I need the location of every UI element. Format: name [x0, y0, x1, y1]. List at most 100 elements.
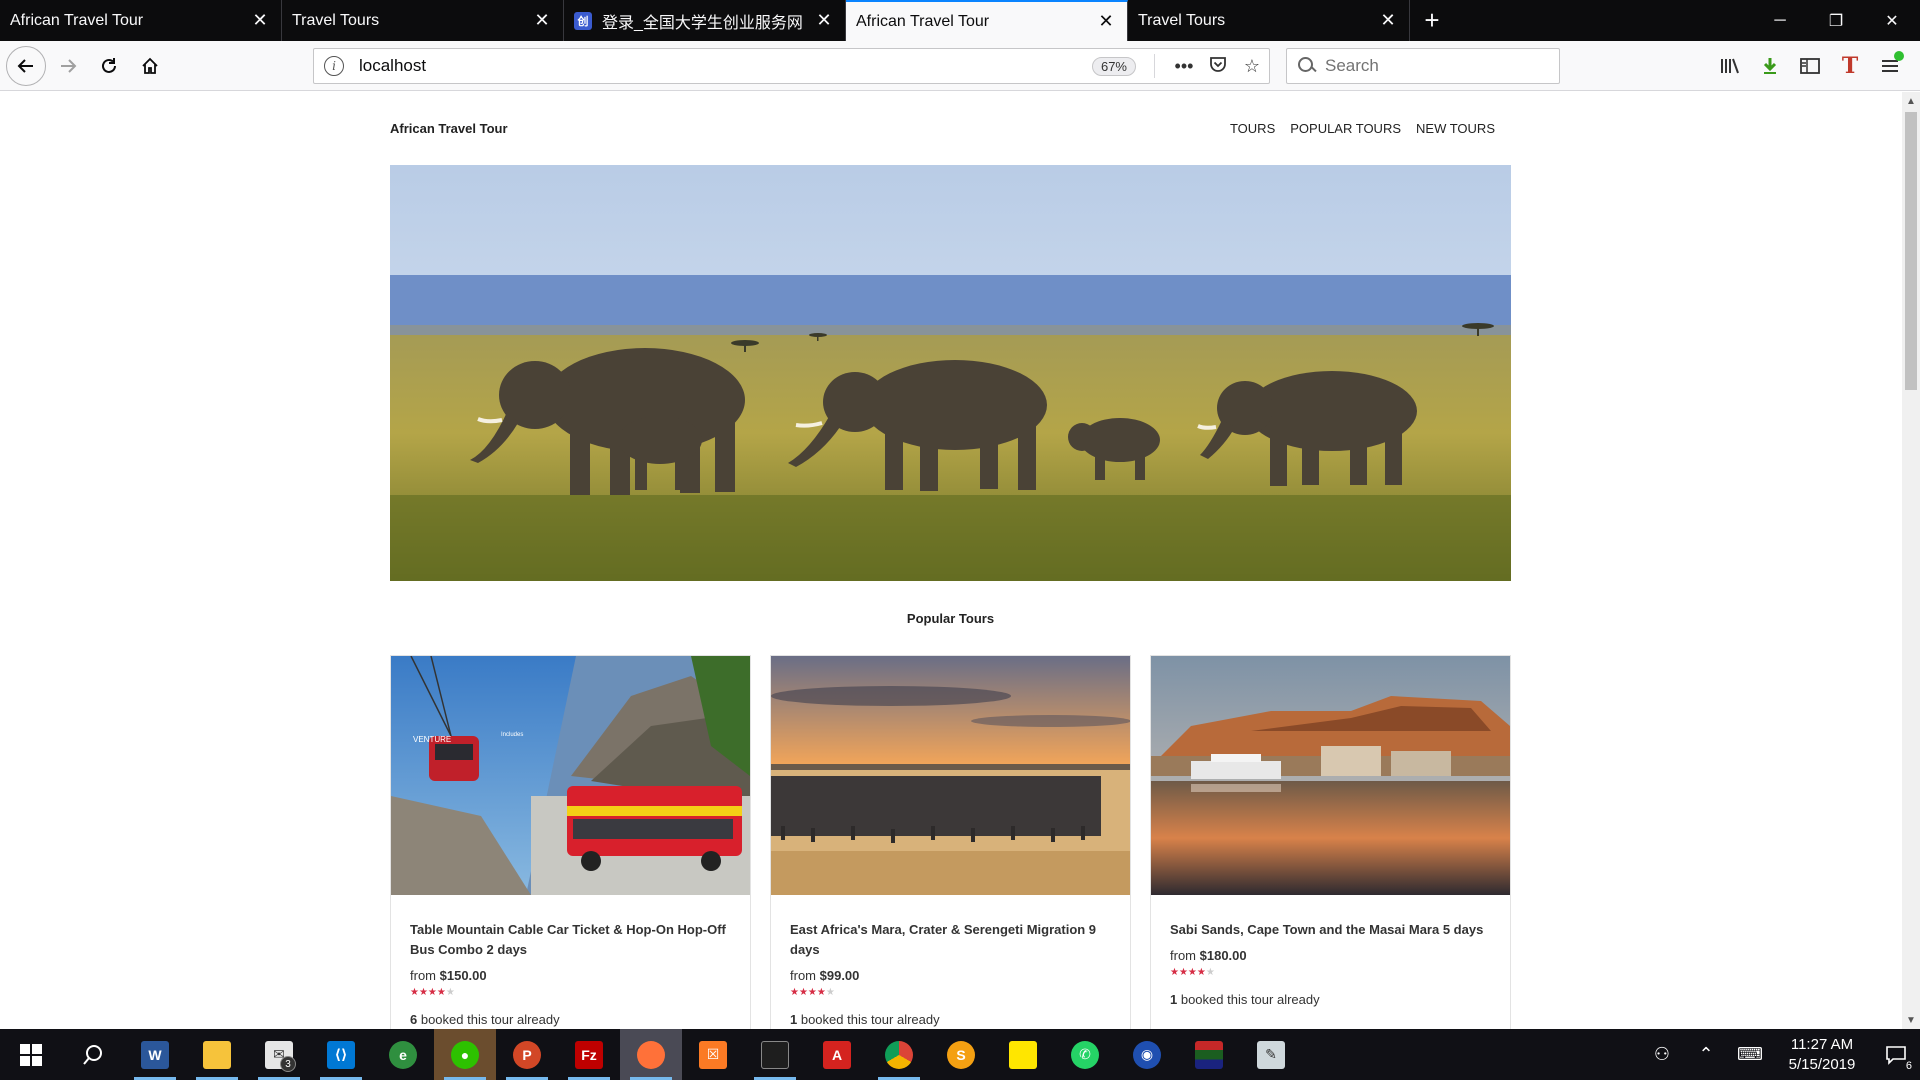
mail-count-badge: 3	[280, 1056, 296, 1072]
back-button[interactable]	[6, 45, 46, 86]
wechat-icon: ●	[451, 1040, 479, 1069]
taskbar-mail[interactable]: ✉ 3	[248, 1029, 310, 1080]
taskbar-file-explorer[interactable]	[186, 1029, 248, 1080]
tour-card[interactable]: East Africa's Mara, Crater & Serengeti M…	[770, 655, 1131, 1029]
tour-image-wildebeest[interactable]	[771, 656, 1130, 895]
star-rating: ★★★★★	[790, 987, 1111, 998]
tab-title: Travel Tours	[292, 11, 380, 29]
taskbar-vscode[interactable]: ⟨⟩	[310, 1029, 372, 1080]
url-text[interactable]: localhost	[359, 56, 1092, 76]
taskbar-terminal[interactable]	[744, 1029, 806, 1080]
nav-link-tours[interactable]: TOURS	[1230, 121, 1275, 136]
pocket-icon[interactable]	[1201, 55, 1235, 78]
search-input[interactable]	[1325, 56, 1545, 76]
close-icon[interactable]: ✕	[1095, 11, 1117, 33]
tour-card[interactable]: VENTURE Includes Table Mountain Cable Ca…	[390, 655, 751, 1029]
reload-button[interactable]	[90, 47, 128, 85]
reload-icon	[102, 57, 116, 73]
taskbar-sticky-notes[interactable]	[992, 1029, 1054, 1080]
forward-button[interactable]	[49, 47, 87, 85]
close-icon[interactable]: ✕	[249, 10, 271, 32]
tour-title[interactable]: East Africa's Mara, Crater & Serengeti M…	[790, 920, 1111, 960]
new-tab-button[interactable]: +	[1410, 0, 1454, 41]
tab-travel-tours-2[interactable]: Travel Tours ✕	[1128, 0, 1410, 41]
home-button[interactable]	[131, 47, 169, 85]
site-brand[interactable]: African Travel Tour	[390, 121, 508, 136]
tour-image-cape-town[interactable]	[1151, 656, 1510, 895]
scrollbar-thumb[interactable]	[1905, 112, 1917, 390]
empty-star-icon: ★	[1205, 967, 1215, 978]
taskbar-whatsapp[interactable]: ✆	[1054, 1029, 1116, 1080]
close-icon[interactable]: ✕	[531, 10, 553, 32]
booked-count: 1 booked this tour already	[790, 1012, 1111, 1027]
scroll-down-icon[interactable]: ▼	[1902, 1011, 1920, 1029]
taskbar-xampp[interactable]: ☒	[682, 1029, 744, 1080]
tab-title: 登录_全国大学生创业服务网	[602, 14, 803, 32]
close-icon[interactable]: ✕	[813, 10, 835, 32]
bookmark-star-icon[interactable]: ☆	[1235, 56, 1269, 77]
taskbar-app-blue[interactable]: ◉	[1116, 1029, 1178, 1080]
minimize-icon[interactable]: ─	[1752, 0, 1808, 41]
search-bar[interactable]	[1286, 48, 1560, 84]
nav-link-popular-tours[interactable]: POPULAR TOURS	[1290, 121, 1401, 136]
page-actions-icon[interactable]: •••	[1167, 56, 1201, 77]
keyboard-icon[interactable]: ⌨	[1728, 1029, 1772, 1080]
half-star-icon: ★	[1196, 967, 1206, 978]
taskbar-app-flag[interactable]	[1178, 1029, 1240, 1080]
star-icon: ★★★	[790, 987, 817, 998]
start-button[interactable]	[0, 1029, 62, 1080]
restore-icon[interactable]: ❐	[1808, 0, 1864, 41]
price-value: $180.00	[1199, 948, 1247, 963]
taskbar-browser[interactable]: e	[372, 1029, 434, 1080]
taskbar-wechat[interactable]: ●	[434, 1029, 496, 1080]
tab-african-travel-tour-1[interactable]: African Travel Tour ✕	[0, 0, 282, 41]
taskbar-powerpoint[interactable]: P	[496, 1029, 558, 1080]
nav-link-new-tours[interactable]: NEW TOURS	[1416, 121, 1495, 136]
close-icon[interactable]: ✕	[1377, 10, 1399, 32]
tour-price: from $150.00	[410, 968, 731, 983]
tour-image-cable-car[interactable]: VENTURE Includes	[391, 656, 750, 895]
taskbar-paint[interactable]: ✎	[1240, 1029, 1302, 1080]
url-bar[interactable]: i localhost 67% ••• ☆	[313, 48, 1270, 84]
site-header: African Travel Tour TOURS POPULAR TOURS …	[390, 121, 1510, 141]
download-icon[interactable]	[1750, 49, 1790, 83]
taskbar-filezilla[interactable]: Fz	[558, 1029, 620, 1080]
taskbar-firefox[interactable]	[620, 1029, 682, 1080]
section-title-popular-tours: Popular Tours	[906, 611, 995, 626]
tour-title[interactable]: Table Mountain Cable Car Ticket & Hop-On…	[410, 920, 731, 960]
price-prefix: from	[410, 968, 440, 983]
tab-travel-tours-1[interactable]: Travel Tours ✕	[282, 0, 564, 41]
action-center-button[interactable]: 6	[1872, 1029, 1920, 1080]
tour-title[interactable]: Sabi Sands, Cape Town and the Masai Mara…	[1170, 920, 1491, 940]
system-tray: ⚇ ⌃ ⌨ 11:27 AM 5/15/2019 6	[1640, 1029, 1920, 1080]
zoom-level-badge[interactable]: 67%	[1091, 56, 1136, 76]
powerpoint-icon: P	[513, 1040, 541, 1069]
hero-image	[390, 165, 1511, 581]
tab-african-travel-tour-active[interactable]: African Travel Tour ✕	[846, 0, 1128, 41]
site-favicon-icon: 创	[574, 11, 592, 30]
tab-login-chinese[interactable]: 创 登录_全国大学生创业服务网 ✕	[564, 0, 846, 41]
taskbar-word[interactable]: W	[124, 1029, 186, 1080]
translate-extension-icon[interactable]: T	[1830, 49, 1870, 83]
search-icon	[1297, 56, 1317, 76]
xampp-icon: ☒	[699, 1040, 727, 1069]
sidebar-icon[interactable]	[1790, 49, 1830, 83]
people-icon[interactable]: ⚇	[1640, 1029, 1684, 1080]
sogou-icon: S	[947, 1040, 975, 1069]
menu-icon[interactable]	[1870, 49, 1910, 83]
library-icon[interactable]	[1710, 49, 1750, 83]
info-icon[interactable]: i	[324, 56, 344, 76]
close-window-icon[interactable]: ✕	[1864, 0, 1920, 41]
chevron-up-icon[interactable]: ⌃	[1684, 1029, 1728, 1080]
tour-card[interactable]: Sabi Sands, Cape Town and the Masai Mara…	[1150, 655, 1511, 1029]
vscode-icon: ⟨⟩	[327, 1040, 355, 1069]
system-clock[interactable]: 11:27 AM 5/15/2019	[1772, 1035, 1872, 1075]
folder-icon	[203, 1040, 231, 1069]
taskbar-chrome[interactable]	[868, 1029, 930, 1080]
taskbar-acrobat[interactable]: A	[806, 1029, 868, 1080]
search-icon	[83, 1044, 102, 1065]
taskbar-sogou[interactable]: S	[930, 1029, 992, 1080]
scroll-up-icon[interactable]: ▲	[1902, 92, 1920, 110]
page-scrollbar[interactable]: ▲ ▼	[1902, 92, 1920, 1029]
taskbar-search-button[interactable]	[62, 1029, 124, 1080]
